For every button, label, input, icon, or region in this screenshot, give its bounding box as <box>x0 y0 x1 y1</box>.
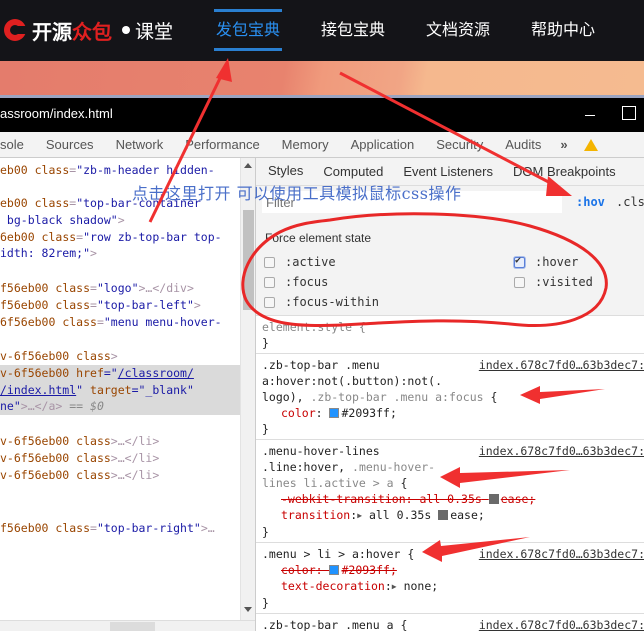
state-focus-within-checkbox[interactable]: :focus-within <box>264 295 379 309</box>
site-header: 开源 众包 课堂 发包宝典 接包宝典 文档资源 帮助中心 <box>0 0 644 61</box>
elements-scrollbar[interactable] <box>240 158 255 620</box>
warning-icon[interactable] <box>583 138 598 151</box>
dom-node-selected[interactable]: v-6f56eb00 href="/classroom/ <box>0 365 240 382</box>
css-rules-list: element.style { } index.678c7fd0…63b3dec… <box>256 316 644 631</box>
nav-item-jiebao[interactable]: 接包宝典 <box>311 0 395 61</box>
tab-network[interactable]: Network <box>105 137 175 152</box>
color-swatch-icon[interactable] <box>329 408 340 418</box>
checkbox-icon[interactable] <box>514 276 525 288</box>
minimize-icon[interactable] <box>582 106 598 122</box>
state-visited-checkbox[interactable]: :visited <box>514 275 593 289</box>
subtab-computed[interactable]: Computed <box>313 164 393 179</box>
source-link[interactable]: index.678c7fd0…63b3dec7: <box>479 546 644 562</box>
state-focus-checkbox[interactable]: :focus <box>264 275 328 289</box>
tab-console[interactable]: sole <box>0 137 35 152</box>
more-tabs-icon[interactable]: » <box>552 137 575 152</box>
source-link[interactable]: index.678c7fd0…63b3dec7: <box>479 357 644 373</box>
checkbox-icon[interactable] <box>264 276 275 288</box>
logo-text-1: 开源 <box>32 19 72 44</box>
elements-hscrollbar[interactable] <box>0 620 255 631</box>
scroll-down-icon[interactable] <box>244 607 252 612</box>
dom-node[interactable]: 6f56eb00 class="menu menu-hover- <box>0 314 222 331</box>
logo-c-icon <box>4 19 28 41</box>
easing-editor-icon[interactable] <box>488 494 499 504</box>
dom-node[interactable]: v-6f56eb00 class>…</li> <box>0 450 159 467</box>
dom-node[interactable]: eb00 class="zb-m-header hidden- <box>0 162 215 179</box>
devtools-titlebar: assroom/index.html <box>0 98 644 132</box>
tab-sources[interactable]: Sources <box>35 137 105 152</box>
tab-audits[interactable]: Audits <box>494 137 552 152</box>
color-swatch-icon[interactable] <box>329 565 340 575</box>
dom-node[interactable]: f56eb00 class="top-bar-right">… <box>0 520 215 537</box>
elements-tree: eb00 class="zb-m-header hidden- eb00 cla… <box>0 158 240 620</box>
subtab-dom-breakpoints[interactable]: DOM Breakpoints <box>503 164 626 179</box>
scrollbar-thumb[interactable] <box>243 210 254 310</box>
css-rule-element-style[interactable]: element.style { } <box>256 316 644 354</box>
hscrollbar-thumb[interactable] <box>110 622 155 631</box>
css-property[interactable]: text-decoration:▶ none; <box>262 578 644 595</box>
css-rule[interactable]: index.678c7fd0…63b3dec7: .zb-top-bar .me… <box>256 354 644 440</box>
nav-item-help[interactable]: 帮助中心 <box>521 0 605 61</box>
state-hover-checkbox[interactable]: :hover <box>514 255 578 269</box>
tab-security[interactable]: Security <box>425 137 494 152</box>
nav-item-docs[interactable]: 文档资源 <box>416 0 500 61</box>
dom-node[interactable]: v-6f56eb00 class>…</li> <box>0 433 159 450</box>
css-property-overridden[interactable]: -webkit-transition: all 0.35s ease; <box>262 491 644 507</box>
force-element-state-panel: Force element state :active :focus :focu… <box>256 216 644 316</box>
hov-toggle-button[interactable]: :hov <box>576 195 605 209</box>
tab-performance[interactable]: Performance <box>174 137 270 152</box>
expand-triangle-icon[interactable]: ▶ <box>357 511 362 520</box>
scroll-up-icon[interactable] <box>244 163 252 168</box>
cls-toggle-button[interactable]: .cls <box>616 195 644 209</box>
devtools-tabbar: sole Sources Network Performance Memory … <box>0 132 644 158</box>
tab-application[interactable]: Application <box>340 137 426 152</box>
site-nav: 发包宝典 接包宝典 文档资源 帮助中心 <box>206 0 626 61</box>
css-rule[interactable]: index.678c7fd0…63b3dec7: .menu > li > a:… <box>256 543 644 614</box>
styles-pane: Styles Computed Event Listeners DOM Brea… <box>255 158 644 631</box>
source-link[interactable]: index.678c7fd0…63b3dec7: <box>479 443 644 459</box>
maximize-icon[interactable] <box>622 106 636 120</box>
annotation-text: 点击这里打开 可以使用工具模拟鼠标css操作 <box>132 184 462 203</box>
css-property-overridden[interactable]: color: #2093ff; <box>262 562 644 578</box>
subtab-event-listeners[interactable]: Event Listeners <box>393 164 503 179</box>
force-state-title: Force element state <box>265 231 372 245</box>
easing-editor-icon[interactable] <box>438 510 449 520</box>
dom-node[interactable]: v-6f56eb00 class> <box>0 348 118 365</box>
checkbox-checked-icon[interactable] <box>514 255 525 268</box>
source-link[interactable]: index.678c7fd0…63b3dec7: <box>479 617 644 631</box>
checkbox-icon[interactable] <box>264 296 275 308</box>
dom-node[interactable]: f56eb00 class="logo">…</div> <box>0 280 194 297</box>
css-rule[interactable]: index.678c7fd0…63b3dec7: .zb-top-bar .me… <box>256 614 644 631</box>
nav-item-fabao[interactable]: 发包宝典 <box>206 0 290 61</box>
dom-node-selected-cont[interactable]: ne">…</a> == $0 <box>0 398 240 415</box>
window-title: assroom/index.html <box>0 106 113 121</box>
checkbox-icon[interactable] <box>264 256 275 268</box>
state-active-checkbox[interactable]: :active <box>264 255 336 269</box>
logo-dot-icon <box>122 26 130 34</box>
css-property[interactable]: transition:▶ all 0.35s ease; <box>262 507 644 524</box>
dom-node-cont[interactable]: idth: 82rem;"> <box>0 245 97 262</box>
subtab-styles[interactable]: Styles <box>256 163 313 180</box>
css-property[interactable]: color: #2093ff; <box>262 405 644 421</box>
tab-memory[interactable]: Memory <box>271 137 340 152</box>
site-logo[interactable]: 开源 众包 课堂 <box>4 15 173 45</box>
logo-text-3: 课堂 <box>135 20 174 43</box>
dom-node[interactable]: 6eb00 class="row zb-top-bar top- <box>0 229 222 246</box>
expand-triangle-icon[interactable]: ▶ <box>392 582 397 591</box>
dom-node-cont[interactable]: bg-black shadow"> <box>0 212 125 229</box>
dom-node[interactable]: f56eb00 class="top-bar-left"> <box>0 297 201 314</box>
css-rule[interactable]: index.678c7fd0…63b3dec7: .menu-hover-lin… <box>256 440 644 543</box>
hero-banner <box>0 61 644 98</box>
dom-node-selected-cont[interactable]: /index.html" target="_blank" <box>0 382 240 399</box>
dom-node[interactable]: v-6f56eb00 class>…</li> <box>0 467 159 484</box>
logo-text-2: 众包 <box>72 19 112 44</box>
